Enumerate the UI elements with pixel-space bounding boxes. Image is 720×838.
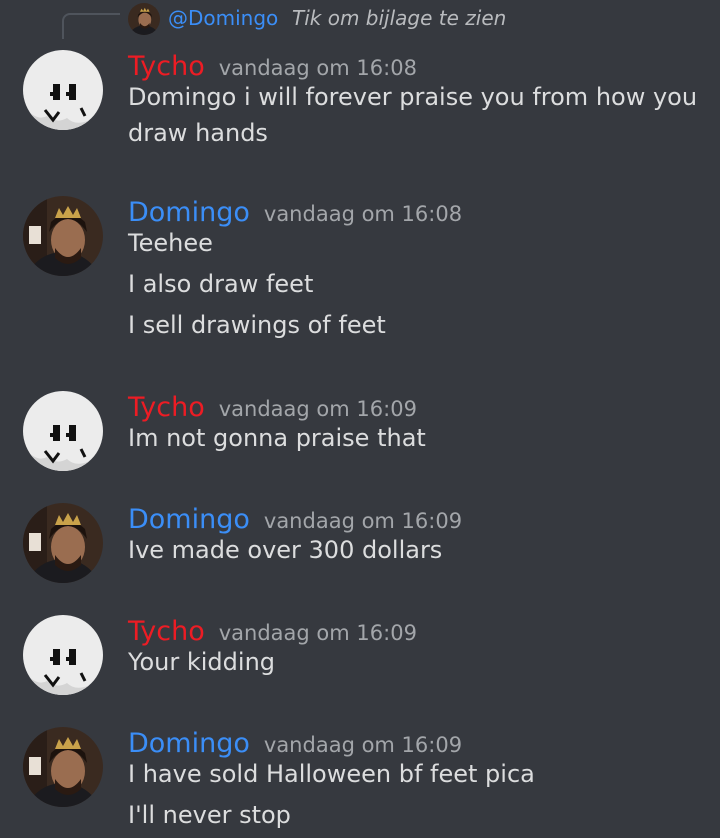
message-text[interactable]: Im not gonna praise that (128, 420, 708, 456)
avatar[interactable] (23, 503, 103, 583)
photo-avatar (23, 503, 103, 583)
message-text[interactable]: Domingo i will forever praise you from h… (128, 79, 708, 151)
avatar[interactable] (23, 391, 103, 471)
reply-attachment-hint[interactable]: Tik om bijlage te zien (292, 5, 506, 31)
message-text[interactable]: I have sold Halloween bf feet pica (128, 756, 708, 792)
chat-view: @Domingo Tik om bijlage te zien Tycho van… (0, 0, 720, 838)
white-ghost-face-avatar (23, 615, 103, 695)
photo-avatar (23, 196, 103, 276)
reply-connector (62, 13, 120, 39)
message-body: I have sold Halloween bf feet pica I'll … (128, 751, 708, 833)
message-body: Ive made over 300 dollars (128, 527, 708, 568)
message-text[interactable]: Ive made over 300 dollars (128, 532, 708, 568)
avatar[interactable] (23, 727, 103, 807)
message-text[interactable]: Teehee (128, 225, 708, 261)
message-body: Im not gonna praise that (128, 415, 708, 456)
message-text[interactable]: Your kidding (128, 644, 708, 680)
reply-author[interactable]: @Domingo (168, 5, 278, 31)
message-text[interactable]: I also draw feet (128, 266, 708, 302)
message-text[interactable]: I'll never stop (128, 797, 708, 833)
reply-avatar[interactable] (128, 3, 160, 35)
message-text[interactable]: I sell drawings of feet (128, 307, 708, 343)
reply-preview[interactable]: @Domingo Tik om bijlage te zien (0, 0, 720, 39)
white-ghost-face-avatar (23, 50, 103, 130)
white-ghost-face-avatar (23, 391, 103, 471)
avatar[interactable] (23, 50, 103, 130)
message-body: Domingo i will forever praise you from h… (128, 74, 708, 151)
message-body: Teehee I also draw feet I sell drawings … (128, 220, 708, 343)
avatar[interactable] (23, 615, 103, 695)
photo-avatar (23, 727, 103, 807)
message-body: Your kidding (128, 639, 708, 680)
avatar[interactable] (23, 196, 103, 276)
